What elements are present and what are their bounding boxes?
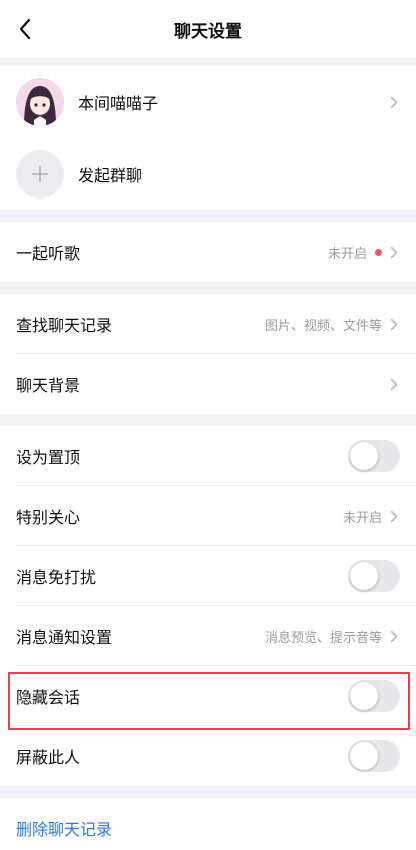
hide-conversation-toggle[interactable] (348, 680, 400, 712)
do-not-disturb-toggle[interactable] (348, 560, 400, 592)
avatar[interactable] (16, 78, 64, 126)
red-dot-badge (375, 248, 382, 256)
back-button[interactable] (10, 14, 40, 44)
listen-together-row[interactable]: 一起听歌 未开启 (0, 222, 416, 282)
do-not-disturb-label: 消息免打扰 (16, 568, 97, 587)
block-person-toggle[interactable] (348, 740, 400, 772)
pin-to-top-label: 设为置顶 (16, 448, 81, 467)
profile-row[interactable]: 本间喵喵子 (0, 66, 416, 138)
chat-background-label: 聊天背景 (16, 376, 81, 395)
notification-settings-label: 消息通知设置 (16, 628, 113, 647)
search-chat-history-hint: 图片、视频、文件等 (264, 318, 382, 334)
chevron-right-icon (390, 629, 400, 643)
chevron-right-icon (390, 245, 400, 259)
chevron-right-icon (390, 377, 400, 391)
delete-chat-history-button[interactable]: 删除聊天记录 (0, 798, 416, 850)
contact-group: 本间喵喵子 发起群聊 (0, 66, 416, 210)
chevron-right-icon (390, 509, 400, 523)
special-care-status: 未开启 (342, 510, 382, 526)
pin-to-top-toggle[interactable] (348, 440, 400, 472)
add-icon (16, 150, 64, 198)
block-person-row: 屏蔽此人 (0, 726, 416, 786)
hide-conversation-label: 隐藏会话 (16, 688, 81, 707)
chat-background-row[interactable]: 聊天背景 (0, 354, 416, 414)
block-person-label: 屏蔽此人 (16, 748, 81, 767)
search-chat-history-label: 查找聊天记录 (16, 316, 113, 335)
hide-conversation-row: 隐藏会话 (0, 666, 416, 726)
chevron-right-icon (390, 317, 400, 331)
page-title: 聊天设置 (174, 21, 242, 42)
special-care-label: 特别关心 (16, 508, 81, 527)
special-care-row[interactable]: 特别关心 未开启 (0, 486, 416, 546)
chevron-right-icon (390, 95, 400, 109)
start-group-chat-row[interactable]: 发起群聊 (0, 138, 416, 210)
listen-together-label: 一起听歌 (16, 244, 81, 263)
do-not-disturb-row: 消息免打扰 (0, 546, 416, 606)
listen-together-status: 未开启 (327, 246, 367, 262)
notification-settings-hint: 消息预览、提示音等 (264, 630, 382, 646)
navigation-bar: 聊天设置 (0, 0, 416, 58)
profile-name: 本间喵喵子 (78, 94, 159, 113)
start-group-chat-label: 发起群聊 (78, 166, 143, 185)
search-chat-history-row[interactable]: 查找聊天记录 图片、视频、文件等 (0, 294, 416, 354)
pin-to-top-row: 设为置顶 (0, 426, 416, 486)
chevron-left-icon (19, 18, 31, 40)
delete-chat-history-label: 删除聊天记录 (16, 820, 113, 839)
notification-settings-row[interactable]: 消息通知设置 消息预览、提示音等 (0, 606, 416, 666)
